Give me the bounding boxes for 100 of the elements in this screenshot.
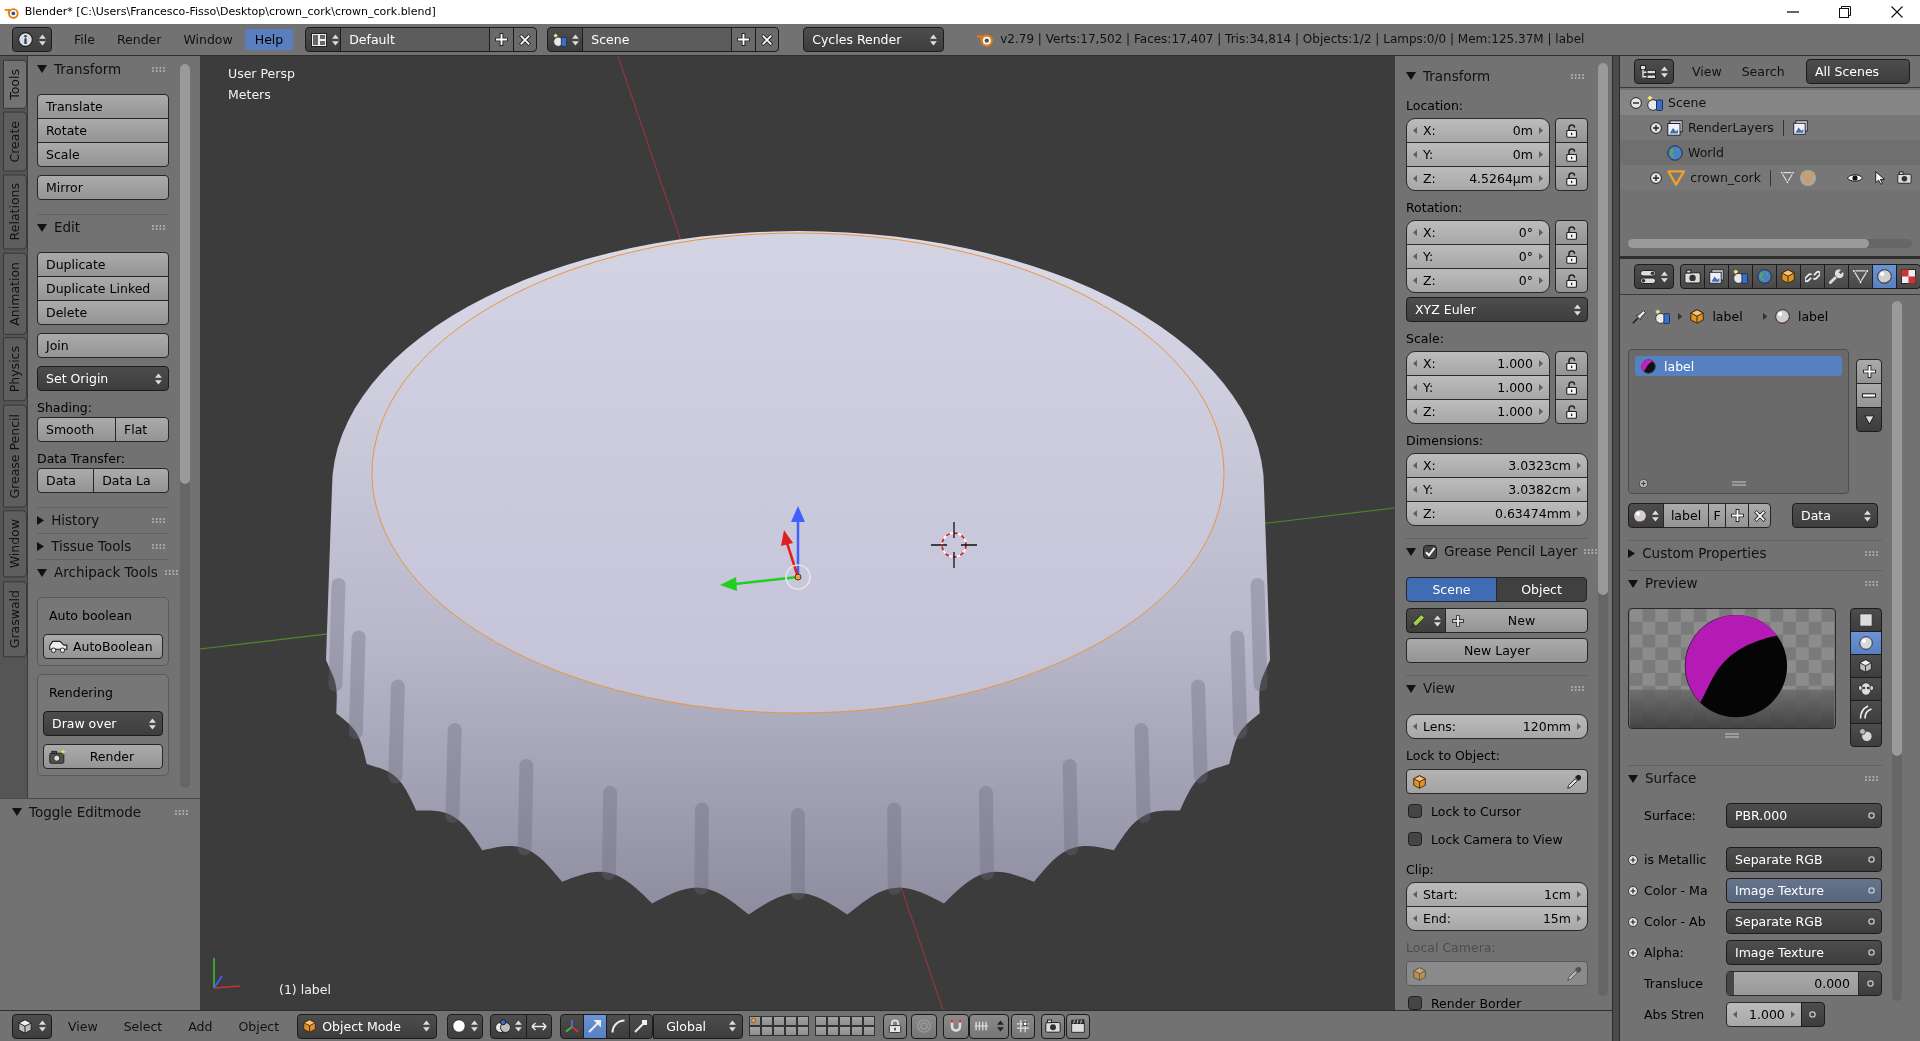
tool-toggle[interactable]	[1041, 1013, 1066, 1039]
node-dropdown[interactable]: Image Texture	[1726, 878, 1882, 903]
editor-type-dropdown[interactable]	[1634, 59, 1674, 84]
tree-row[interactable]: crown_cork	[1620, 165, 1920, 190]
tool-button[interactable]: Join	[37, 333, 169, 358]
number-field[interactable]: Y: 0m	[1406, 142, 1550, 167]
number-field[interactable]: Z: 4.5264µm	[1406, 166, 1550, 191]
triangle-down-icon[interactable]	[1406, 684, 1416, 693]
preview-shape-button[interactable]	[1850, 631, 1882, 655]
layer-button[interactable]	[749, 1026, 762, 1036]
number-field[interactable]: 1.000	[1726, 1002, 1802, 1027]
triangle-down-icon[interactable]	[37, 223, 47, 232]
node-dropdown[interactable]: PBR.000	[1726, 803, 1882, 828]
grip-icon[interactable]	[175, 809, 188, 815]
tool-button[interactable]: Scale	[37, 142, 169, 167]
fake-user-button[interactable]: F	[1708, 503, 1726, 528]
grip-icon[interactable]	[152, 544, 165, 549]
tool-toggle[interactable]	[1011, 1013, 1036, 1039]
layer-button[interactable]	[797, 1026, 810, 1036]
dropdown[interactable]: XYZ Euler	[1406, 297, 1588, 322]
grip-icon[interactable]	[1865, 776, 1878, 781]
layer-button[interactable]	[851, 1016, 864, 1026]
menu-item[interactable]: Help	[244, 29, 294, 50]
eye-icon[interactable]	[1846, 172, 1863, 183]
list-item[interactable]: label	[1635, 356, 1842, 376]
number-field[interactable]: Start: 1cm	[1406, 882, 1588, 907]
properties-tab[interactable]	[1823, 264, 1849, 289]
number-field[interactable]: X: 0°	[1406, 220, 1550, 245]
number-field[interactable]: Y: 0°	[1406, 244, 1550, 269]
minus-circle-icon[interactable]	[1630, 96, 1642, 109]
pivot-dropdown[interactable]	[490, 1013, 528, 1039]
tree-row[interactable]: Scene	[1620, 90, 1920, 115]
grip-icon[interactable]	[1571, 686, 1584, 691]
editor-type-dropdown[interactable]	[12, 1013, 52, 1039]
dropdown[interactable]: Draw over	[43, 711, 163, 736]
checkbox[interactable]	[1408, 996, 1422, 1010]
properties-tab[interactable]	[1871, 264, 1897, 289]
snap-element-dropdown[interactable]	[969, 1013, 1010, 1039]
layer-button[interactable]	[815, 1016, 828, 1026]
pin-icon[interactable]	[1632, 308, 1647, 324]
plus-circle-icon[interactable]	[1628, 916, 1638, 927]
filter-dropdown[interactable]: All Scenes	[1806, 59, 1910, 84]
new-button[interactable]: New	[1445, 608, 1588, 633]
origins-toggle[interactable]	[526, 1013, 553, 1039]
node-dropdown[interactable]: Separate RGB	[1726, 909, 1882, 934]
tool-button[interactable]: Flat	[115, 417, 169, 442]
layer-button[interactable]	[761, 1026, 774, 1036]
lock-button[interactable]	[1555, 351, 1588, 376]
lock-button[interactable]	[1555, 166, 1588, 191]
number-field[interactable]: Z: 1.000	[1406, 399, 1550, 424]
number-field[interactable]: End: 15m	[1406, 906, 1588, 931]
manipulator-toggle[interactable]	[560, 1013, 585, 1039]
add-button[interactable]	[1856, 359, 1882, 384]
specials-button[interactable]	[1856, 407, 1882, 432]
close-icon[interactable]	[1891, 6, 1903, 18]
triangle-down-icon[interactable]	[1406, 547, 1416, 556]
triangle-right-icon[interactable]	[37, 516, 45, 525]
lock-button[interactable]	[1555, 118, 1588, 143]
plus-circle-icon[interactable]	[1628, 885, 1638, 896]
grip-icon[interactable]	[152, 225, 165, 230]
preview-shape-button[interactable]	[1850, 723, 1882, 747]
number-field[interactable]: Y: 3.0382cm	[1406, 477, 1588, 502]
resize-grip-icon[interactable]	[1732, 480, 1746, 486]
editor-type-dropdown[interactable]	[12, 27, 52, 52]
grip-icon[interactable]	[152, 66, 165, 72]
scrollbar[interactable]	[1892, 301, 1902, 1001]
maximize-icon[interactable]	[1839, 6, 1851, 18]
unlink-button[interactable]	[1748, 503, 1771, 528]
mode-dropdown[interactable]: Object Mode	[297, 1013, 438, 1039]
link-dropdown[interactable]: Data	[1792, 503, 1878, 528]
layer-button[interactable]	[785, 1016, 798, 1026]
tree-row[interactable]: RenderLayers	[1620, 115, 1920, 140]
checkbox[interactable]	[1408, 832, 1422, 846]
editor-type-dropdown[interactable]	[1634, 264, 1674, 289]
menu-item[interactable]: View	[1682, 61, 1732, 82]
checkbox[interactable]	[1408, 804, 1422, 818]
properties-tab[interactable]	[1799, 264, 1825, 289]
triangle-down-icon[interactable]	[37, 65, 47, 73]
properties-tab[interactable]	[1895, 264, 1920, 289]
triangle-down-icon[interactable]	[1628, 579, 1638, 588]
tool-button[interactable]: Rotate	[37, 118, 169, 143]
tool-button[interactable]: AutoBoolean	[43, 634, 163, 659]
lock-button[interactable]	[1555, 244, 1588, 269]
grip-icon[interactable]	[1865, 581, 1878, 586]
lock-button[interactable]	[1555, 268, 1588, 293]
triangle-down-icon[interactable]	[1406, 72, 1416, 80]
lock-button[interactable]	[1555, 220, 1588, 245]
plus-circle-icon[interactable]	[1650, 121, 1662, 134]
plus-circle-icon[interactable]	[1628, 947, 1638, 958]
manipulator-toggle[interactable]	[583, 1013, 608, 1039]
breadcrumb-item[interactable]: label	[1712, 308, 1743, 324]
checkbox[interactable]	[1423, 544, 1437, 559]
resize-grip-icon[interactable]	[1725, 733, 1739, 738]
scrollbar[interactable]	[1598, 63, 1608, 996]
layer-button[interactable]	[797, 1016, 810, 1026]
layout-name-field[interactable]: Default	[340, 27, 491, 52]
number-field[interactable]: Z: 0°	[1406, 268, 1550, 293]
menu-item[interactable]: Search	[1731, 61, 1795, 82]
tool-button[interactable]: Translate	[37, 94, 169, 119]
number-field[interactable]: X: 3.0323cm	[1406, 453, 1588, 478]
